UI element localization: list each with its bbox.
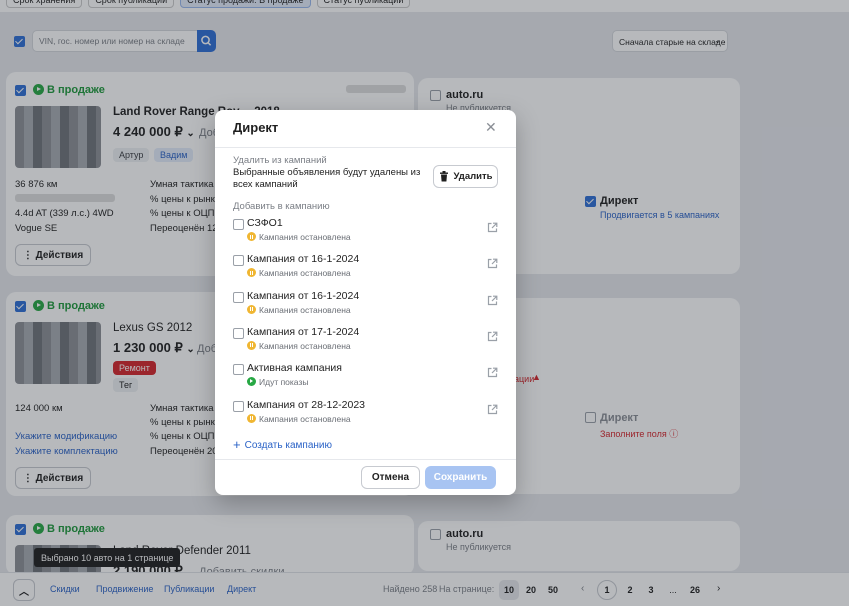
cancel-label: Отмена	[371, 472, 410, 483]
plus-icon: +	[233, 437, 241, 452]
campaign-row[interactable]: Кампания от 16-1-2024 Кампания остановлен…	[233, 252, 498, 286]
campaign-status: Кампания остановлена	[247, 413, 351, 424]
campaign-status-text: Кампания остановлена	[259, 232, 351, 242]
trash-icon	[439, 171, 448, 182]
modal-title: Директ	[233, 120, 279, 135]
external-link-icon[interactable]	[487, 331, 498, 342]
campaign-status: Кампания остановлена	[247, 340, 351, 351]
campaign-status-text: Идут показы	[259, 377, 309, 388]
pause-icon	[247, 340, 256, 350]
campaign-name: Кампания от 17-1-2024	[247, 325, 360, 338]
campaign-status: Кампания остановлена	[247, 232, 351, 242]
remove-description: Выбранные объявления будут удалены из вс…	[233, 167, 421, 190]
campaign-row[interactable]: Кампания от 17-1-2024 Кампания остановлен…	[233, 325, 498, 359]
campaign-status: Идут показы	[247, 377, 308, 387]
campaign-name: Кампания от 28-12-2023	[247, 398, 366, 411]
campaign-name: Активная кампания	[247, 362, 342, 375]
campaign-checkbox[interactable]	[233, 400, 244, 412]
campaign-name: Кампания от 16-1-2024	[247, 253, 360, 266]
campaign-row[interactable]: Кампания от 16-1-2024 Кампания остановлен…	[233, 289, 498, 323]
campaign-status-text: Кампания остановлена	[259, 304, 351, 315]
external-link-icon[interactable]	[487, 258, 498, 269]
add-heading: Добавить в кампанию	[233, 201, 330, 212]
campaign-row[interactable]: Кампания от 28-12-2023 Кампания остановле…	[233, 398, 498, 432]
external-link-icon[interactable]	[487, 404, 498, 415]
campaign-checkbox[interactable]	[233, 291, 244, 303]
campaign-name: СЗФО1	[247, 217, 283, 229]
campaign-checkbox[interactable]	[233, 219, 244, 230]
cancel-button[interactable]: Отмена	[361, 466, 420, 489]
external-link-icon[interactable]	[487, 295, 498, 306]
campaign-checkbox[interactable]	[233, 364, 244, 376]
save-label: Сохранить	[433, 472, 488, 483]
remove-button[interactable]: Удалить	[433, 165, 498, 188]
campaign-checkbox[interactable]	[233, 327, 244, 339]
play-icon	[247, 377, 256, 387]
modal-footer-divider	[215, 459, 516, 460]
campaign-status: Кампания остановлена	[247, 268, 351, 278]
remove-heading: Удалить из кампаний	[233, 155, 327, 166]
campaign-checkbox[interactable]	[233, 255, 244, 267]
campaign-status-text: Кампания остановлена	[259, 340, 351, 351]
save-button[interactable]: Сохранить	[425, 466, 496, 489]
external-link-icon[interactable]	[487, 367, 498, 378]
pause-icon	[247, 304, 256, 314]
campaign-status-text: Кампания остановлена	[259, 413, 351, 424]
campaign-status-text: Кампания остановлена	[259, 268, 351, 279]
close-icon[interactable]: ✕	[485, 119, 497, 136]
campaign-name: Кампания от 16-1-2024	[247, 289, 360, 302]
remove-button-label: Удалить	[453, 171, 493, 182]
pause-icon	[247, 413, 256, 423]
pause-icon	[247, 268, 256, 278]
campaign-row[interactable]: СЗФО1 Кампания остановлена	[233, 216, 498, 250]
direct-modal: Директ ✕ Удалить из кампаний Выбранные о…	[215, 110, 516, 495]
campaign-row[interactable]: Активная кампания Идут показы	[233, 361, 498, 395]
create-campaign-label: Создать кампанию	[244, 440, 332, 451]
create-campaign-link[interactable]: + Создать кампанию	[233, 437, 332, 452]
external-link-icon[interactable]	[487, 222, 498, 233]
modal-divider	[215, 147, 516, 148]
pause-icon	[247, 232, 256, 241]
campaign-status: Кампания остановлена	[247, 304, 351, 315]
